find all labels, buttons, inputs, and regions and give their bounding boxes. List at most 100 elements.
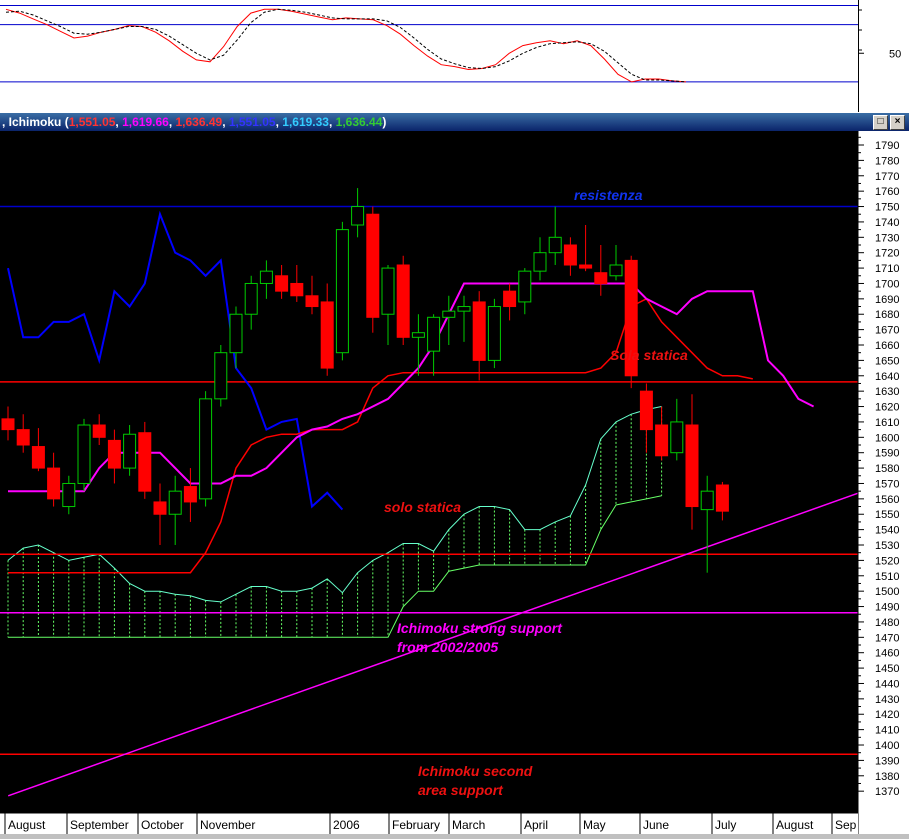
price-tick-label: 1610 (875, 417, 899, 429)
price-tick-label: 1390 (875, 755, 899, 767)
candle-body-bullish (548, 236, 562, 254)
price-tick-label: 1720 (875, 248, 899, 260)
kumo-cloud (7, 406, 663, 638)
stochastic-top-line (0, 5, 858, 6)
close-button[interactable]: × (890, 115, 905, 130)
candle-body-bullish (229, 313, 243, 354)
candle-body-bearish (183, 486, 197, 503)
price-tick-label: 1440 (875, 678, 899, 690)
stochastic-panel: 50 (0, 0, 909, 112)
price-tick-label: 1400 (875, 740, 899, 752)
senkou-span-b (8, 495, 662, 638)
price-tick-label: 1780 (875, 155, 899, 167)
candle (487, 298, 501, 369)
candle-body-bullish (62, 482, 76, 508)
candle (138, 421, 152, 499)
candle-body-bullish (518, 270, 532, 303)
candle (62, 475, 76, 515)
price-tick-label: 1600 (875, 432, 899, 444)
candle (442, 295, 456, 346)
restore-button[interactable]: □ (873, 115, 888, 130)
candle (77, 418, 91, 492)
candle-body-bearish (472, 301, 486, 361)
candle-body-bearish (47, 467, 61, 500)
candle (457, 295, 471, 342)
candle-body-bearish (366, 213, 380, 318)
candle-body-bullish (487, 306, 501, 361)
candle (427, 314, 441, 376)
stochastic-axis-divider (858, 0, 859, 112)
candle (396, 255, 410, 346)
candle-body-bearish (715, 484, 729, 512)
candle (290, 265, 304, 302)
price-tick-label: 1580 (875, 463, 899, 475)
candle-body-bullish (168, 490, 182, 515)
price-tick-label: 1630 (875, 386, 899, 398)
ichimoku-title-text: Ichimoku (8, 115, 62, 129)
candle (624, 255, 638, 389)
candle-body-bearish (31, 446, 45, 469)
candle (259, 260, 273, 299)
candle-body-bearish (594, 272, 608, 284)
candle-body-bullish (199, 398, 213, 500)
time-tick-label: Sep (835, 818, 857, 832)
price-tick-label: 1700 (875, 278, 899, 290)
candle-body-bullish (259, 270, 273, 284)
candle (168, 475, 182, 546)
price-tick-label: 1740 (875, 217, 899, 229)
candle-body-bullish (77, 424, 91, 484)
candle (503, 283, 517, 321)
time-tick-label: October (141, 818, 184, 832)
candle-body-bullish (214, 352, 228, 400)
time-tick-label: 2006 (333, 818, 360, 832)
ichimoku-chart: 1370 1380 1390 1400 1410 1420 1430 1440 1450 1460… (0, 131, 909, 834)
header-value: 1,636.44 (335, 115, 383, 129)
price-tick-label: 1640 (875, 371, 899, 383)
annotation-resistenza: resistenza (574, 187, 643, 203)
price-tick-label: 1460 (875, 648, 899, 660)
candle (715, 481, 729, 521)
candle-body-bearish (275, 275, 289, 292)
price-tick-label: 1490 (875, 602, 899, 614)
price-tick-label: 1790 (875, 140, 899, 152)
price-tick-label: 1530 (875, 540, 899, 552)
annotation-strong-support: Ichimoku strong support (397, 620, 563, 636)
price-tick-label: 1370 (875, 786, 899, 798)
header-value: 1,619.66 (122, 115, 169, 129)
price-tick-label: 1500 (875, 586, 899, 598)
candle (700, 475, 714, 573)
candle (214, 345, 228, 407)
annotation-solo-statica: solo statica (384, 499, 461, 515)
candle-body-bearish (107, 439, 121, 469)
candle (351, 188, 365, 238)
ichimoku-header-values: 1,551.05, 1,619.66, 1,636.49, 1,551.05, … (68, 115, 383, 129)
candle (31, 428, 45, 472)
candle (92, 414, 106, 446)
time-tick-label: March (452, 818, 485, 832)
candle-body-bearish (655, 424, 669, 457)
candle (335, 221, 349, 361)
candle (199, 391, 213, 507)
price-tick-label: 1760 (875, 186, 899, 198)
annotation-strong-support-years: from 2002/2005 (397, 639, 498, 655)
price-tick-label: 1430 (875, 694, 899, 706)
candle (639, 383, 653, 453)
time-tick-label: November (200, 818, 255, 832)
time-tick-label: May (583, 818, 606, 832)
candle-body-bullish (335, 229, 349, 354)
candle (366, 206, 380, 333)
candle-body-bullish (244, 282, 258, 315)
price-tick-label: 1690 (875, 294, 899, 306)
candle-body-bearish (138, 432, 152, 492)
time-tick-label: August (776, 818, 814, 832)
candle (47, 452, 61, 507)
time-tick-label: August (8, 818, 46, 832)
stochastic-k-line (5, 8, 687, 83)
candle-body-bearish (92, 424, 106, 438)
price-tick-label: 1650 (875, 355, 899, 367)
price-tick-label: 1620 (875, 402, 899, 414)
candle (229, 306, 243, 369)
candle-body-bullish (411, 332, 425, 338)
candle (381, 265, 395, 346)
price-tick-label: 1770 (875, 171, 899, 183)
